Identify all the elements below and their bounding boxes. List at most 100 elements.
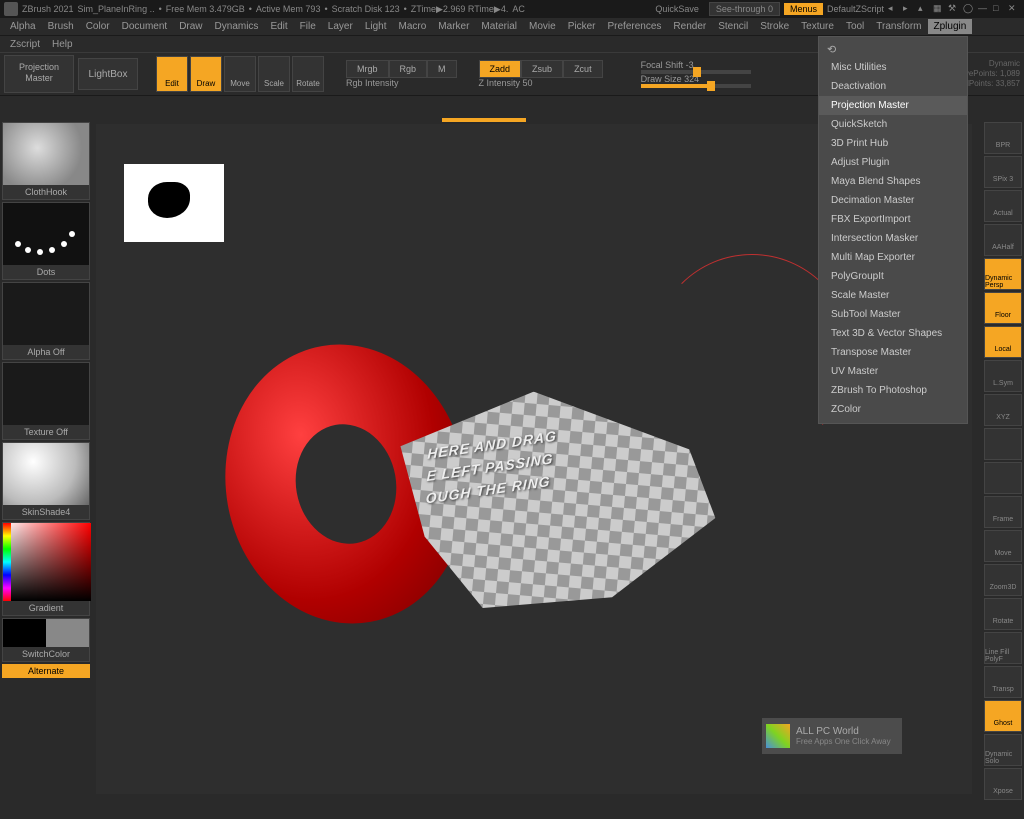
- plugin-projection-master[interactable]: Projection Master: [819, 96, 967, 115]
- plugin-adjust-plugin[interactable]: Adjust Plugin: [819, 153, 967, 172]
- right-floor[interactable]: Floor: [984, 292, 1022, 324]
- right-actual[interactable]: Actual: [984, 190, 1022, 222]
- close-icon[interactable]: ✕: [1008, 3, 1020, 15]
- projection-master-button[interactable]: ProjectionMaster: [4, 55, 74, 93]
- right-dynamic-solo[interactable]: Dynamic Solo: [984, 734, 1022, 766]
- right-xpose[interactable]: Xpose: [984, 768, 1022, 800]
- plugin-deactivation[interactable]: Deactivation: [819, 77, 967, 96]
- right-btn10[interactable]: [984, 462, 1022, 494]
- menu-light[interactable]: Light: [359, 19, 393, 34]
- right-zoom3d[interactable]: Zoom3D: [984, 564, 1022, 596]
- menu-material[interactable]: Material: [475, 19, 523, 34]
- scale-button[interactable]: Scale: [258, 56, 290, 92]
- plugin-decimation-master[interactable]: Decimation Master: [819, 191, 967, 210]
- right-l.sym[interactable]: L.Sym: [984, 360, 1022, 392]
- plugin-zcolor[interactable]: ZColor: [819, 400, 967, 419]
- maximize-icon[interactable]: □: [993, 3, 1005, 15]
- rotate-button[interactable]: Rotate: [292, 56, 324, 92]
- menu-picker[interactable]: Picker: [562, 19, 602, 34]
- lightbox-button[interactable]: LightBox: [78, 58, 138, 90]
- menu-tool[interactable]: Tool: [840, 19, 870, 34]
- zcut-mode[interactable]: Zcut: [563, 60, 603, 78]
- menu-macro[interactable]: Macro: [393, 19, 433, 34]
- stroke-thumbnail[interactable]: Dots: [2, 202, 90, 280]
- plugin-polygroupit[interactable]: PolyGroupIt: [819, 267, 967, 286]
- tool-icon[interactable]: ⚒: [948, 3, 960, 15]
- menu-render[interactable]: Render: [667, 19, 712, 34]
- right-line-fill-polyf[interactable]: Line Fill PolyF: [984, 632, 1022, 664]
- menu-color[interactable]: Color: [80, 19, 116, 34]
- plugin-intersection-masker[interactable]: Intersection Masker: [819, 229, 967, 248]
- grid-icon[interactable]: ▦: [933, 3, 945, 15]
- alternate-button[interactable]: Alternate: [2, 664, 90, 678]
- menu-draw[interactable]: Draw: [173, 19, 208, 34]
- right-btn9[interactable]: [984, 428, 1022, 460]
- circle-icon[interactable]: ◯: [963, 3, 975, 15]
- material-thumbnail[interactable]: SkinShade4: [2, 442, 90, 520]
- menu-zplugin[interactable]: Zplugin: [928, 19, 973, 34]
- plugin-3d-print-hub[interactable]: 3D Print Hub: [819, 134, 967, 153]
- plugin-zbrush-to-photoshop[interactable]: ZBrush To Photoshop: [819, 381, 967, 400]
- right-transp[interactable]: Transp: [984, 666, 1022, 698]
- menu-marker[interactable]: Marker: [432, 19, 475, 34]
- arrow-up-icon[interactable]: ▴: [918, 3, 930, 15]
- color-picker[interactable]: Gradient: [2, 522, 90, 616]
- mrgb-mode[interactable]: Mrgb: [346, 60, 389, 78]
- m-mode[interactable]: M: [427, 60, 457, 78]
- right-xyz[interactable]: XYZ: [984, 394, 1022, 426]
- plugin-uv-master[interactable]: UV Master: [819, 362, 967, 381]
- plugin-fbx-exportimport[interactable]: FBX ExportImport: [819, 210, 967, 229]
- quicksave-button[interactable]: QuickSave: [649, 3, 705, 15]
- move-button[interactable]: Move: [224, 56, 256, 92]
- default-zscript[interactable]: DefaultZScript: [827, 4, 884, 14]
- brush-thumbnail[interactable]: ClothHook: [2, 122, 90, 200]
- menu-transform[interactable]: Transform: [870, 19, 927, 34]
- menu-alpha[interactable]: Alpha: [4, 19, 42, 34]
- plugin-scale-master[interactable]: Scale Master: [819, 286, 967, 305]
- menu-texture[interactable]: Texture: [795, 19, 840, 34]
- right-ghost[interactable]: Ghost: [984, 700, 1022, 732]
- arrow-left-icon[interactable]: ◂: [888, 3, 900, 15]
- texture-thumbnail[interactable]: Texture Off: [2, 362, 90, 440]
- zsub-mode[interactable]: Zsub: [521, 60, 563, 78]
- right-move[interactable]: Move: [984, 530, 1022, 562]
- menu-edit[interactable]: Edit: [264, 19, 293, 34]
- menu-layer[interactable]: Layer: [322, 19, 359, 34]
- plugin-text-3d-&-vector-shapes[interactable]: Text 3D & Vector Shapes: [819, 324, 967, 343]
- menu-zscript[interactable]: Zscript: [4, 38, 46, 51]
- rgb-intensity-label[interactable]: Rgb Intensity: [346, 78, 457, 88]
- rgb-mode[interactable]: Rgb: [389, 60, 428, 78]
- menu-stencil[interactable]: Stencil: [712, 19, 754, 34]
- menu-brush[interactable]: Brush: [42, 19, 80, 34]
- menus-button[interactable]: Menus: [784, 3, 823, 15]
- right-spix-3[interactable]: SPix 3: [984, 156, 1022, 188]
- right-dynamic-persp[interactable]: Dynamic Persp: [984, 258, 1022, 290]
- tool-thumbnail[interactable]: [124, 164, 224, 242]
- menu-document[interactable]: Document: [116, 19, 174, 34]
- draw-size-slider[interactable]: [641, 84, 751, 88]
- switch-color[interactable]: SwitchColor: [2, 618, 90, 662]
- right-frame[interactable]: Frame: [984, 496, 1022, 528]
- z-intensity-label[interactable]: Z Intensity 50: [479, 78, 603, 88]
- menu-stroke[interactable]: Stroke: [754, 19, 795, 34]
- menu-movie[interactable]: Movie: [523, 19, 562, 34]
- draw-button[interactable]: Draw: [190, 56, 222, 92]
- plugin-transpose-master[interactable]: Transpose Master: [819, 343, 967, 362]
- right-rotate[interactable]: Rotate: [984, 598, 1022, 630]
- color-swatch-main[interactable]: [3, 619, 46, 647]
- zadd-mode[interactable]: Zadd: [479, 60, 522, 78]
- plugin-maya-blend-shapes[interactable]: Maya Blend Shapes: [819, 172, 967, 191]
- plugin-subtool-master[interactable]: SubTool Master: [819, 305, 967, 324]
- plugin-multi-map-exporter[interactable]: Multi Map Exporter: [819, 248, 967, 267]
- right-local[interactable]: Local: [984, 326, 1022, 358]
- menu-preferences[interactable]: Preferences: [601, 19, 667, 34]
- restore-icon[interactable]: ⟲: [819, 41, 967, 58]
- edit-button[interactable]: Edit: [156, 56, 188, 92]
- color-swatch-secondary[interactable]: [46, 619, 89, 647]
- plugin-quicksketch[interactable]: QuickSketch: [819, 115, 967, 134]
- minimize-icon[interactable]: —: [978, 3, 990, 15]
- menu-dynamics[interactable]: Dynamics: [209, 19, 265, 34]
- right-aahalf[interactable]: AAHalf: [984, 224, 1022, 256]
- right-bpr[interactable]: BPR: [984, 122, 1022, 154]
- alpha-thumbnail[interactable]: Alpha Off: [2, 282, 90, 360]
